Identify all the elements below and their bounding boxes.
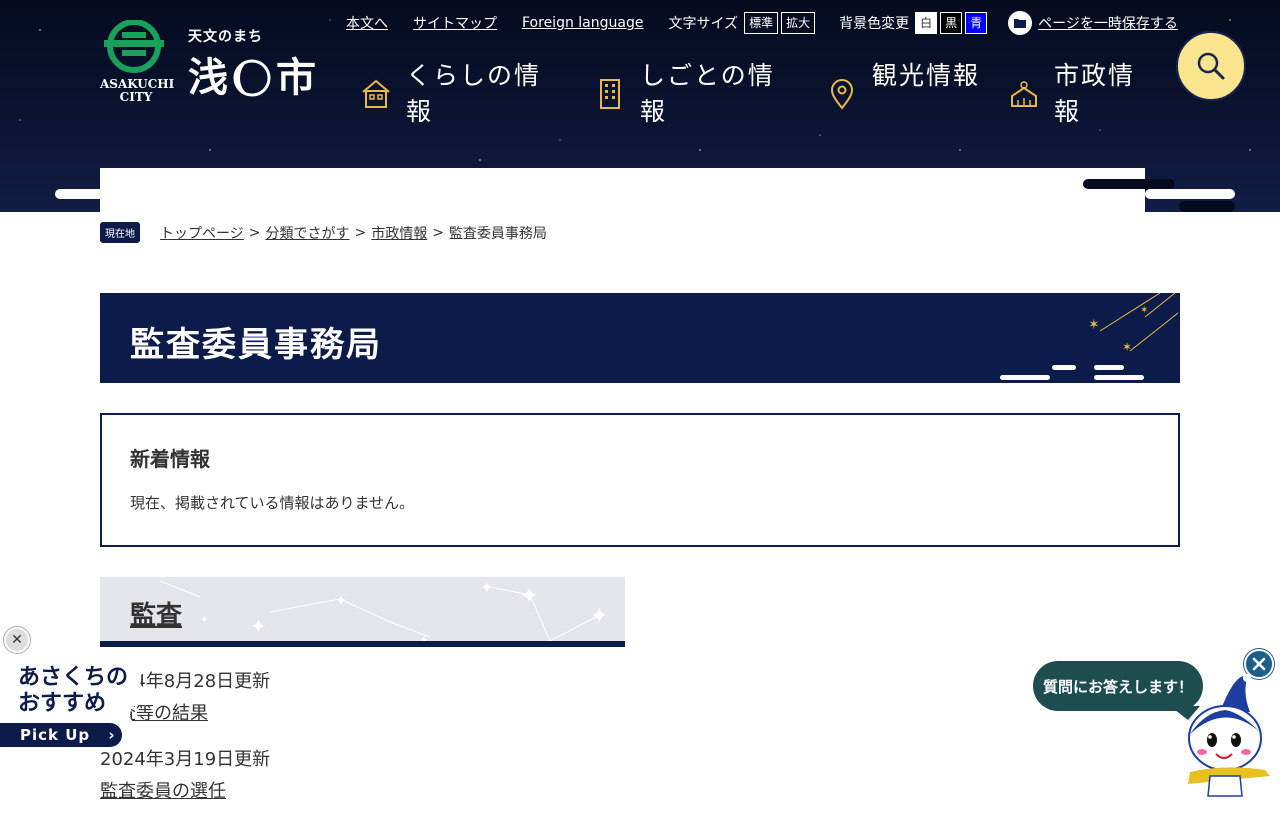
- cloud-decoration: [1179, 201, 1235, 212]
- city-name-part2: 市: [276, 54, 316, 101]
- font-size-standard-button[interactable]: 標準: [744, 12, 779, 34]
- chat-bubble[interactable]: 質問にお答えします！: [1033, 661, 1203, 711]
- cloud-decoration: [55, 189, 137, 199]
- search-icon: [1197, 52, 1225, 80]
- breadcrumb-separator: >: [248, 224, 261, 241]
- bg-black-button[interactable]: 黒: [940, 12, 963, 34]
- chat-bubble-text: 質問にお答えします！: [1042, 677, 1193, 696]
- mascot-character-icon[interactable]: [1180, 672, 1280, 800]
- nav-label-living: くらしの情報: [406, 61, 542, 126]
- news-empty-message: 現在、掲載されている情報はありません。: [130, 494, 415, 512]
- svg-text:✶: ✶: [1140, 305, 1148, 316]
- bg-color-label: 背景色変更: [839, 16, 910, 32]
- font-size-large-button[interactable]: 拡大: [781, 12, 816, 34]
- page-title: 監査委員事務局: [130, 325, 382, 365]
- city-name-english: ASAKUCHI CITY: [100, 77, 175, 104]
- cloud-decoration: [1083, 179, 1175, 189]
- bg-blue-button[interactable]: 青: [965, 12, 988, 34]
- current-location-badge: 現在地: [100, 222, 140, 243]
- nav-label-tourism: 観光情報: [872, 61, 981, 90]
- news-box: 新着情報 現在、掲載されている情報はありません。: [100, 413, 1180, 547]
- save-page-button[interactable]: ページを一時保存する: [1008, 11, 1178, 35]
- svg-text:✦: ✦: [480, 578, 493, 597]
- breadcrumb-top[interactable]: トップページ: [160, 223, 244, 243]
- utility-bar: 本文へ サイトマップ Foreign language 文字サイズ 標準 拡大 …: [346, 11, 1178, 35]
- save-page-link[interactable]: ページを一時保存する: [1038, 13, 1178, 33]
- svg-text:✦: ✦: [200, 615, 208, 626]
- moon-logo-icon: [233, 59, 271, 97]
- pickup-title-line2: おすすめ: [18, 691, 107, 716]
- pickup-button[interactable]: Pick Up ›: [0, 723, 122, 747]
- map-pin-icon: [830, 79, 854, 110]
- svg-text:✶: ✶: [1088, 317, 1100, 333]
- pickup-widget: ✕ あさくちの おすすめ Pick Up ›: [0, 627, 190, 755]
- pickup-close-button[interactable]: ✕: [4, 627, 30, 653]
- header-bottom-panel: [100, 168, 1145, 212]
- chevron-right-icon: ›: [108, 726, 116, 744]
- breadcrumb: 現在地 トップページ > 分類でさがす > 市政情報 > 監査委員事務局: [100, 222, 547, 243]
- main-nav: くらしの情報 しごとの情報 観光情報 市政情報: [360, 58, 1168, 130]
- foreign-language-link[interactable]: Foreign language: [522, 15, 643, 31]
- breadcrumb-category[interactable]: 分類でさがす: [265, 223, 349, 243]
- house-icon: [362, 79, 390, 108]
- nav-label-city-government: 市政情報: [1054, 61, 1136, 126]
- chat-widget: 質問にお答えします！: [1030, 648, 1280, 800]
- category-heading-band: ✦ ✦ ✦ ✦ ✦ ✦ ✦ 監査: [100, 577, 625, 647]
- category-heading[interactable]: 監査: [130, 595, 182, 632]
- svg-text:✦: ✦: [335, 593, 347, 609]
- nav-item-city-government[interactable]: 市政情報: [1008, 58, 1168, 130]
- list-item-link[interactable]: 監査委員の選任: [100, 780, 270, 804]
- cloud-decoration: [1145, 189, 1235, 199]
- news-heading: 新着情報: [130, 447, 210, 471]
- cloud-decoration: [100, 168, 138, 178]
- site-header: ASAKUCHI CITY 天文のまち 浅 市 本文へ サイトマップ Forei…: [0, 0, 1280, 212]
- page-title-band: 監査委員事務局 ✶ ✶ ✶: [100, 293, 1180, 383]
- svg-text:✦: ✦: [420, 635, 428, 641]
- folder-icon: [1008, 11, 1033, 35]
- breadcrumb-city-info[interactable]: 市政情報: [371, 223, 427, 243]
- city-name: 浅 市: [188, 56, 316, 100]
- list-item: 2024年3月19日更新 監査委員の選任: [100, 748, 270, 804]
- breadcrumb-current: 監査委員事務局: [448, 225, 547, 242]
- nav-item-living[interactable]: くらしの情報: [360, 58, 594, 130]
- close-icon: [1252, 657, 1266, 671]
- svg-text:✶: ✶: [1122, 340, 1132, 354]
- shooting-star-decoration: ✶ ✶ ✶: [1000, 293, 1179, 380]
- svg-text:✦: ✦: [590, 604, 608, 629]
- site-logo[interactable]: ASAKUCHI CITY 天文のまち 浅 市: [100, 20, 330, 110]
- cloud-decoration: [100, 179, 160, 189]
- pickup-card[interactable]: あさくちの おすすめ Pick Up ›: [0, 655, 190, 755]
- nav-item-work[interactable]: しごとの情報: [594, 58, 826, 130]
- pickup-title-line1: あさくちの: [18, 665, 129, 690]
- city-name-part1: 浅: [188, 54, 228, 101]
- search-button[interactable]: [1176, 31, 1246, 101]
- city-emblem-icon: [104, 20, 164, 73]
- font-size-label: 文字サイズ: [668, 16, 739, 32]
- nav-item-tourism[interactable]: 観光情報: [826, 58, 1008, 130]
- svg-text:✦: ✦: [520, 584, 538, 609]
- city-tagline: 天文のまち: [188, 29, 263, 45]
- bg-white-button[interactable]: 白: [915, 12, 938, 34]
- building-icon: [600, 79, 620, 109]
- breadcrumb-separator: >: [432, 224, 444, 241]
- sitemap-link[interactable]: サイトマップ: [413, 13, 497, 33]
- skip-to-content-link[interactable]: 本文へ: [346, 13, 388, 33]
- svg-text:✦: ✦: [250, 614, 267, 638]
- nav-label-work: しごとの情報: [640, 61, 775, 126]
- breadcrumb-separator: >: [354, 224, 367, 241]
- city-hall-icon: [1011, 81, 1037, 107]
- pickup-button-label: Pick Up: [20, 726, 91, 744]
- close-icon: ✕: [11, 632, 23, 648]
